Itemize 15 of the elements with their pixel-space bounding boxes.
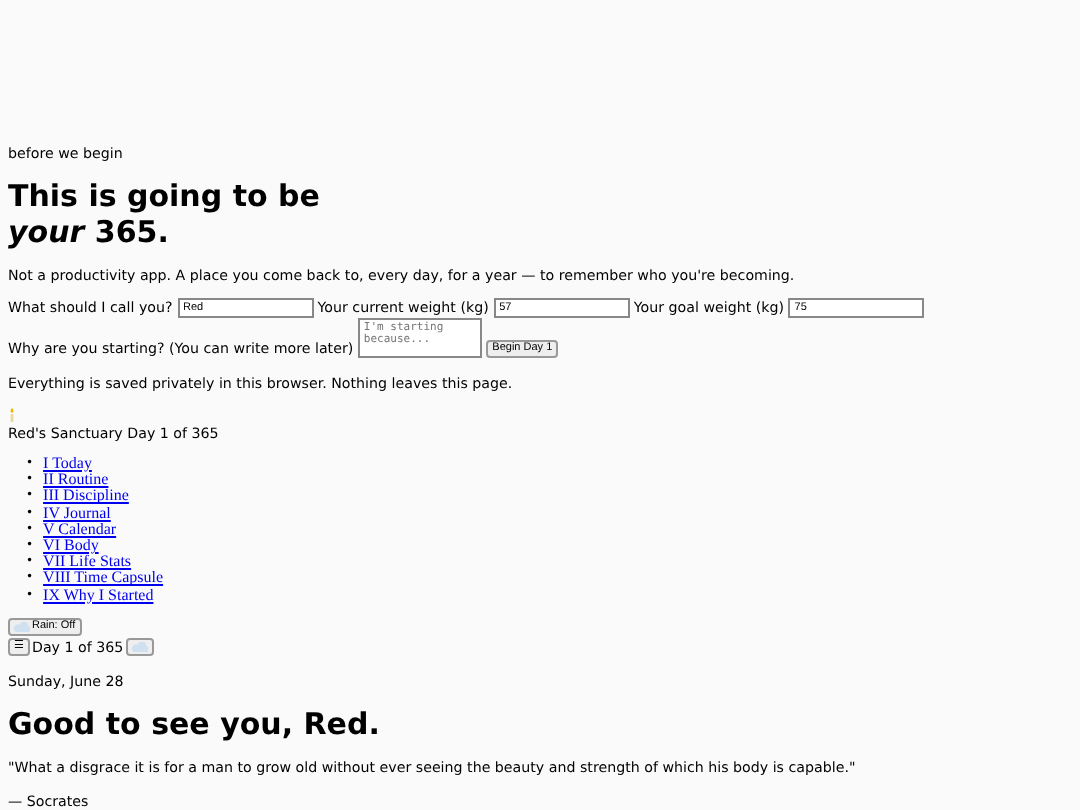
nav-link[interactable]: VII Life Stats [43,554,132,571]
cloud-icon [14,622,30,633]
nav-link[interactable]: IX Why I Started [43,587,154,604]
nav-link[interactable]: V Calendar [43,521,117,539]
candle-icon [8,408,16,423]
nav-link[interactable]: I Today [43,456,92,473]
nav-link[interactable]: IV Journal [43,505,111,522]
nav-link[interactable]: III Discipline [43,488,129,506]
greeting: Good to see you, Red. [8,706,382,743]
page-title: This is going to be your 365. [8,178,322,250]
cloud-button[interactable] [125,638,154,657]
nav-link[interactable]: II Routine [43,472,109,489]
nav-link[interactable]: VIII Time Capsule [43,570,164,588]
nav-link[interactable]: VI Body [43,538,99,555]
cloud-icon [131,642,148,653]
